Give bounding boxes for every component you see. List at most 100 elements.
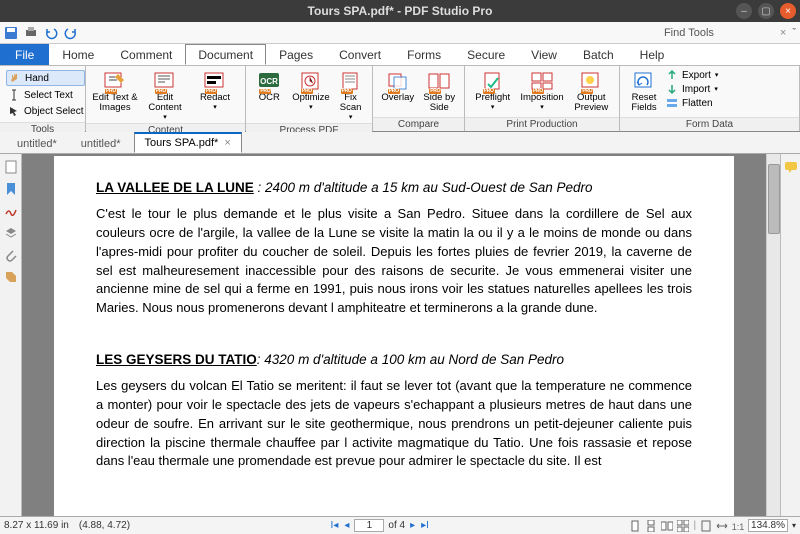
tags-panel-icon[interactable] (4, 270, 18, 284)
page-total: of 4 (388, 520, 405, 531)
edit-content-button[interactable]: PRO Edit Content▾ (140, 68, 190, 121)
fix-scan-icon: PRO (338, 70, 364, 92)
overlay-icon: PRO (385, 70, 411, 92)
svg-text:1:1: 1:1 (732, 522, 744, 532)
side-by-side-button[interactable]: PRO Side by Side (419, 68, 461, 113)
page-prev-button[interactable]: ◂ (343, 520, 350, 531)
heading-2: LES GEYSERS DU TATIO: 4320 m d'altitude … (96, 352, 692, 367)
window-title: Tours SPA.pdf* - PDF Studio Pro (308, 4, 493, 18)
actual-size-icon[interactable]: 1:1 (732, 520, 744, 532)
tab-secure[interactable]: Secure (454, 44, 518, 65)
find-tools-close-icon[interactable]: × (780, 27, 786, 39)
select-text-label: Select Text (24, 90, 73, 101)
main-area: LA VALLEE DE LA LUNE : 2400 m d'altitude… (0, 154, 800, 516)
ribbon-tabs: File Home Comment Document Pages Convert… (0, 44, 800, 66)
flatten-button[interactable]: Flatten (666, 97, 718, 109)
tab-comment[interactable]: Comment (107, 44, 185, 65)
layers-panel-icon[interactable] (4, 226, 18, 240)
paragraph-1: C'est le tour le plus demande et le plus… (96, 205, 692, 318)
page-last-button[interactable]: ▸I (420, 520, 430, 531)
window-maximize-button[interactable]: ▢ (758, 3, 774, 19)
signatures-panel-icon[interactable] (4, 204, 18, 218)
redact-icon: PRO (202, 70, 228, 92)
tab-pages[interactable]: Pages (266, 44, 326, 65)
ocr-button[interactable]: OCRPRO OCR (250, 68, 289, 103)
bookmarks-panel-icon[interactable] (4, 182, 18, 196)
hand-label: Hand (25, 73, 49, 84)
output-preview-icon: PRO (578, 70, 604, 92)
print-icon[interactable] (24, 26, 38, 40)
tab-document[interactable]: Document (185, 44, 266, 65)
right-panel-strip (780, 154, 800, 516)
vertical-scrollbar[interactable] (766, 154, 780, 516)
svg-text:OCR: OCR (260, 77, 278, 86)
cursor-position: (4.88, 4.72) (79, 520, 130, 531)
import-button[interactable]: Import▾ (666, 83, 718, 95)
edit-text-icon: PRO (102, 70, 128, 92)
imposition-button[interactable]: PRO Imposition▾ (516, 68, 567, 111)
page-next-button[interactable]: ▸ (409, 520, 416, 531)
ribbon-collapse-icon[interactable]: ˇ (792, 27, 796, 39)
select-text-button[interactable]: Select Text (6, 88, 85, 102)
object-select-button[interactable]: Object Select (6, 104, 85, 118)
zoom-level-input[interactable]: 134.8% (748, 519, 788, 532)
tab-convert[interactable]: Convert (326, 44, 394, 65)
attachments-panel-icon[interactable] (4, 248, 18, 262)
ribbon: Hand Select Text Object Select Tools PRO… (0, 66, 800, 132)
tab-home[interactable]: Home (49, 44, 107, 65)
edit-text-images-button[interactable]: PRO Edit Text & Images (90, 68, 140, 113)
undo-icon[interactable] (44, 26, 58, 40)
pdf-page: LA VALLEE DE LA LUNE : 2400 m d'altitude… (54, 156, 734, 516)
view-continuous-icon[interactable] (645, 520, 657, 532)
tab-file[interactable]: File (0, 44, 49, 65)
overlay-button[interactable]: PRO Overlay (377, 68, 419, 103)
tab-help[interactable]: Help (627, 44, 678, 65)
group-compare-label: Compare (373, 117, 464, 131)
status-bar: 8.27 x 11.69 in (4.88, 4.72) I◂ ◂ 1 of 4… (0, 516, 800, 534)
view-single-icon[interactable] (629, 520, 641, 532)
quick-access-toolbar: Find Tools × ˇ (0, 22, 800, 44)
page-dimensions: 8.27 x 11.69 in (4, 520, 69, 531)
preflight-button[interactable]: PRO Preflight▾ (469, 68, 516, 111)
output-preview-button[interactable]: PRO Output Preview (568, 68, 615, 113)
doc-tab-2[interactable]: Tours SPA.pdf*× (134, 132, 242, 153)
tab-view[interactable]: View (518, 44, 570, 65)
object-select-label: Object Select (24, 106, 83, 117)
page-number-input[interactable]: 1 (354, 519, 384, 532)
optimize-button[interactable]: PRO Optimize▾ (289, 68, 333, 111)
doc-tab-1[interactable]: untitled* (70, 134, 132, 153)
document-viewport[interactable]: LA VALLEE DE LA LUNE : 2400 m d'altitude… (22, 154, 766, 516)
fit-page-icon[interactable] (700, 520, 712, 532)
redact-button[interactable]: PRO Redact▾ (190, 68, 240, 111)
export-icon (666, 69, 678, 81)
optimize-icon: PRO (298, 70, 324, 92)
document-tabs: untitled* untitled* Tours SPA.pdf*× (0, 132, 800, 154)
reset-icon (631, 70, 657, 92)
comments-panel-icon[interactable] (784, 160, 798, 174)
scrollbar-thumb[interactable] (768, 164, 780, 234)
close-icon[interactable]: × (224, 137, 230, 149)
zoom-dropdown-icon[interactable]: ▾ (792, 521, 796, 530)
group-print-label: Print Production (465, 117, 619, 131)
export-button[interactable]: Export▾ (666, 69, 718, 81)
doc-tab-0[interactable]: untitled* (6, 134, 68, 153)
title-bar: Tours SPA.pdf* - PDF Studio Pro – ▢ × (0, 0, 800, 22)
save-icon[interactable] (4, 26, 18, 40)
pages-panel-icon[interactable] (4, 160, 18, 174)
imposition-icon: PRO (529, 70, 555, 92)
fit-width-icon[interactable] (716, 520, 728, 532)
view-facing-continuous-icon[interactable] (677, 520, 689, 532)
reset-fields-button[interactable]: Reset Fields (624, 68, 664, 113)
window-close-button[interactable]: × (780, 3, 796, 19)
paragraph-2: Les geysers du volcan El Tatio se merite… (96, 377, 692, 471)
window-minimize-button[interactable]: – (736, 3, 752, 19)
view-facing-icon[interactable] (661, 520, 673, 532)
import-icon (666, 83, 678, 95)
tab-batch[interactable]: Batch (570, 44, 627, 65)
hand-tool-button[interactable]: Hand (6, 70, 85, 86)
find-tools-input[interactable]: Find Tools (664, 27, 714, 39)
page-first-button[interactable]: I◂ (330, 520, 340, 531)
redo-icon[interactable] (64, 26, 78, 40)
fix-scan-button[interactable]: PRO Fix Scan▾ (333, 68, 368, 121)
tab-forms[interactable]: Forms (394, 44, 454, 65)
